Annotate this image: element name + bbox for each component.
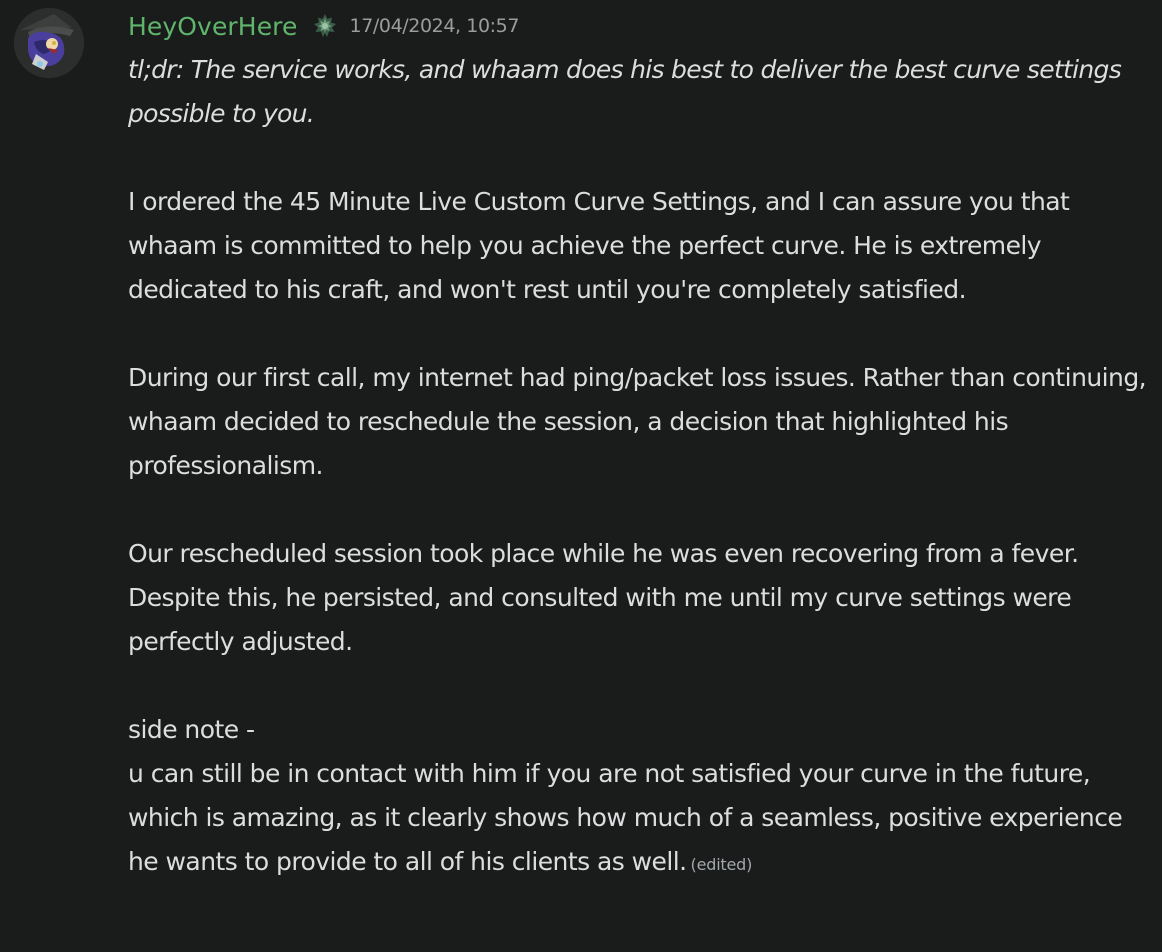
message-paragraph: I ordered the 45 Minute Live Custom Curv… [128, 187, 1070, 304]
message-paragraph: Our rescheduled session took place while… [128, 539, 1079, 656]
chat-message: HeyOverHere 17/04/2024, 10:57 tl;dr: The… [0, 0, 1162, 952]
side-note-label: side note - [128, 715, 255, 744]
timestamp[interactable]: 17/04/2024, 10:57 [350, 15, 520, 37]
message-paragraph-last: u can still be in contact with him if yo… [128, 752, 1148, 887]
avatar[interactable] [14, 8, 84, 78]
message-header: HeyOverHere 17/04/2024, 10:57 [128, 5, 519, 47]
tldr-paragraph: tl;dr: The service works, and whaam does… [128, 55, 1122, 128]
sprout-badge-icon[interactable] [310, 11, 340, 41]
username[interactable]: HeyOverHere [128, 12, 298, 41]
message-content: tl;dr: The service works, and whaam does… [128, 48, 1148, 887]
avatar-image [14, 8, 84, 78]
edited-label[interactable]: (edited) [691, 855, 753, 874]
message-paragraph: During our first call, my internet had p… [128, 363, 1147, 480]
side-note-text: u can still be in contact with him if yo… [128, 759, 1123, 876]
